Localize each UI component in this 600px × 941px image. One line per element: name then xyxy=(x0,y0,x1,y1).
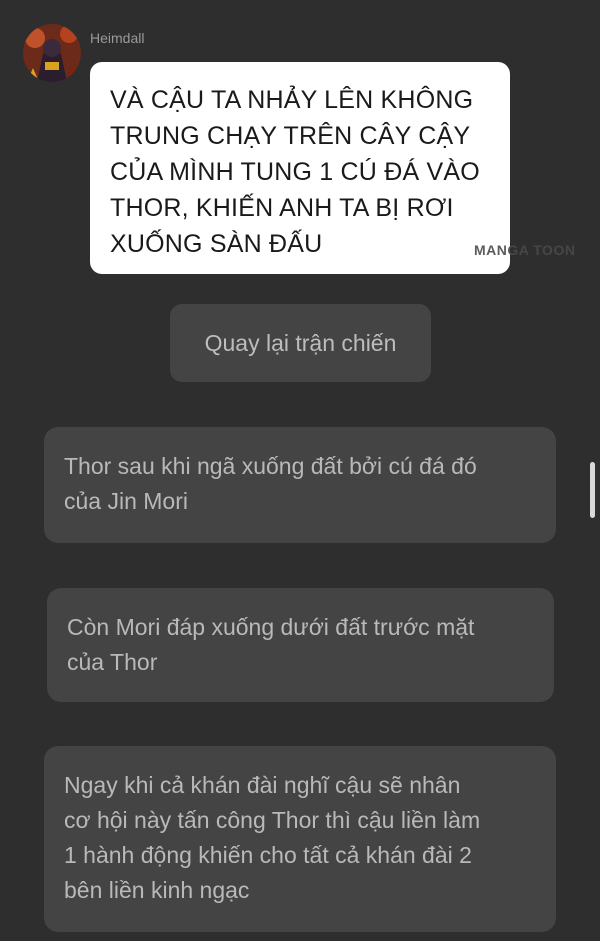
scrollbar[interactable] xyxy=(590,462,595,518)
message-line: XUỐNG SÀN ĐẤU xyxy=(110,230,323,258)
message-line: THOR, KHIẾN ANH TA BỊ RƠI xyxy=(110,194,454,222)
narration-line: bên liền kinh ngạc xyxy=(64,877,250,903)
narration-line: cơ hội này tấn công Thor thì cậu liền là… xyxy=(64,807,481,833)
narration-card: Thor sau khi ngã xuống đất bởi cú đá đó … xyxy=(44,427,556,543)
narration-line: Thor sau khi ngã xuống đất bởi cú đá đó xyxy=(64,453,477,479)
narration-line: của Jin Mori xyxy=(64,488,188,514)
message-line: TRUNG CHẠY TRÊN CÂY CẬY xyxy=(110,122,471,150)
message-line: CỦA MÌNH TUNG 1 CÚ ĐÁ VÀO xyxy=(110,158,480,186)
character-avatar-icon xyxy=(23,24,81,82)
back-to-battle-button[interactable]: Quay lại trận chiến xyxy=(170,304,431,382)
message-line: VÀ CẬU TA NHẢY LÊN KHÔNG xyxy=(110,86,474,114)
avatar[interactable] xyxy=(23,24,81,82)
watermark: MANGA TOON xyxy=(474,242,576,258)
sender-name: Heimdall xyxy=(90,30,145,46)
message-bubble: VÀ CẬU TA NHẢY LÊN KHÔNG TRUNG CHẠY TRÊN… xyxy=(90,62,510,274)
narration-line: Ngay khi cả khán đài nghĩ cậu sẽ nhân xyxy=(64,772,461,798)
narration-line: 1 hành động khiến cho tất cả khán đài 2 xyxy=(64,842,472,868)
narration-card: Còn Mori đáp xuống dưới đất trước mặt củ… xyxy=(47,588,554,702)
narration-line: của Thor xyxy=(67,649,158,675)
narration-card: Ngay khi cả khán đài nghĩ cậu sẽ nhân cơ… xyxy=(44,746,556,932)
narration-line: Còn Mori đáp xuống dưới đất trước mặt xyxy=(67,614,475,640)
